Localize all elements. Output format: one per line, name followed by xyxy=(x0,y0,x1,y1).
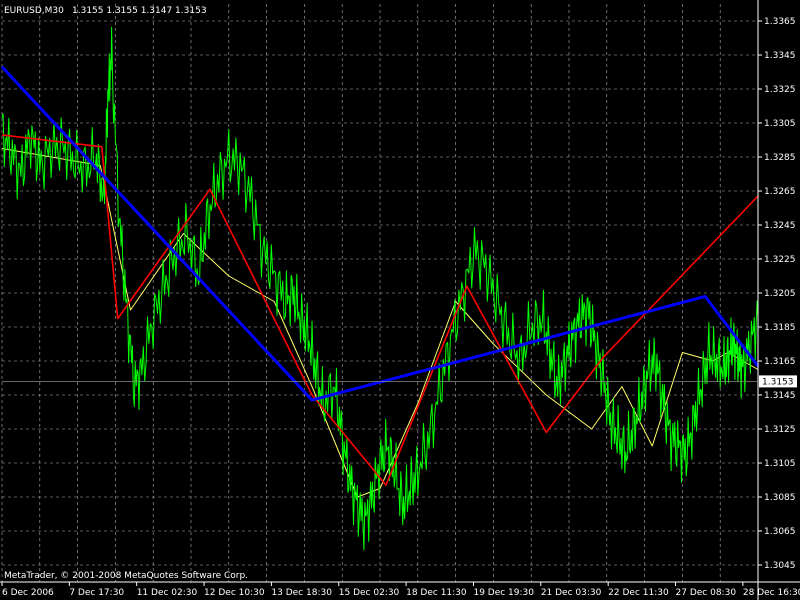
x-tick-label: 22 Dec 11:30 xyxy=(608,588,669,598)
x-tick-label: 13 Dec 18:30 xyxy=(271,588,332,598)
x-tick-label: 12 Dec 10:30 xyxy=(204,588,265,598)
y-tick-label: 1.3045 xyxy=(764,561,796,571)
y-tick-label: 1.3285 xyxy=(764,153,796,163)
price-chart: 1.3365 1.3345 1.3325 1.3305 1.3285 1.3265 1.32… xyxy=(0,0,800,600)
y-tick-label: 1.3365 xyxy=(764,17,796,27)
ohlc-values: 1.3155 1.3155 1.3147 1.3153 xyxy=(72,6,207,16)
y-tick-label: 1.3145 xyxy=(764,391,796,401)
x-tick-label: 18 Dec 11:30 xyxy=(406,588,467,598)
y-tick-label: 1.3245 xyxy=(764,221,796,231)
x-tick-label: 6 Dec 2006 xyxy=(2,588,54,598)
x-tick-label: 19 Dec 19:30 xyxy=(473,588,534,598)
current-price-label: 1.3153 xyxy=(762,377,794,387)
symbol-label: EURUSD,M30 xyxy=(4,6,64,16)
x-tick-label: 28 Dec 16:30 xyxy=(743,588,800,598)
y-tick-label: 1.3345 xyxy=(764,51,796,61)
y-tick-label: 1.3205 xyxy=(764,289,796,299)
x-tick-label: 7 Dec 17:30 xyxy=(69,588,124,598)
x-tick-label: 21 Dec 03:30 xyxy=(541,588,602,598)
y-tick-label: 1.3165 xyxy=(764,357,796,367)
x-tick-label: 15 Dec 02:30 xyxy=(339,588,400,598)
y-tick-label: 1.3125 xyxy=(764,425,796,435)
y-tick-label: 1.3065 xyxy=(764,527,796,537)
y-tick-label: 1.3105 xyxy=(764,459,796,469)
y-tick-label: 1.3085 xyxy=(764,493,796,503)
y-tick-label: 1.3185 xyxy=(764,323,796,333)
y-tick-label: 1.3265 xyxy=(764,187,796,197)
y-tick-label: 1.3325 xyxy=(764,85,796,95)
copyright-text: MetaTrader, © 2001-2008 MetaQuotes Softw… xyxy=(4,571,248,581)
y-tick-label: 1.3225 xyxy=(764,255,796,265)
x-tick-label: 27 Dec 08:30 xyxy=(676,588,737,598)
y-tick-label: 1.3305 xyxy=(764,119,796,129)
x-tick-label: 11 Dec 02:30 xyxy=(137,588,198,598)
